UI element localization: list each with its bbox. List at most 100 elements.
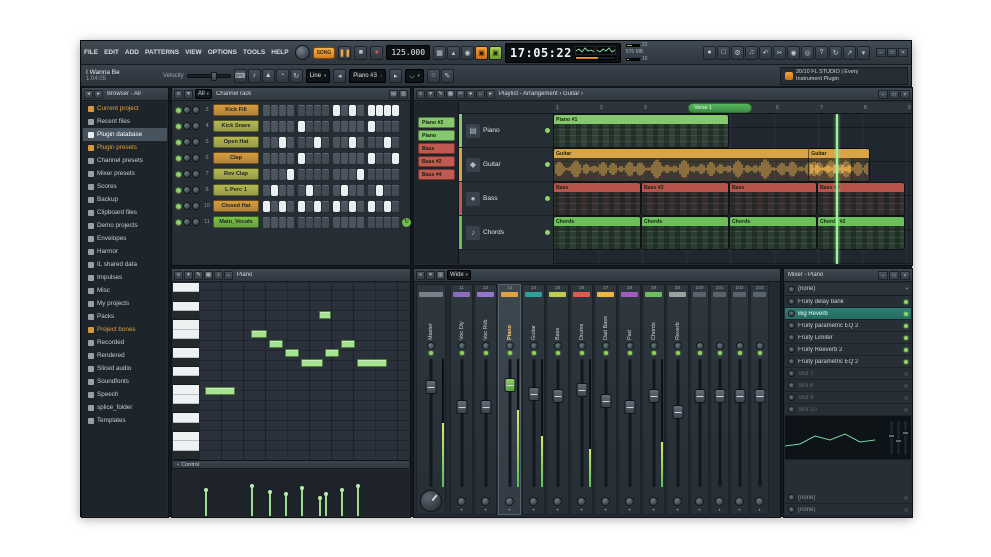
- slot-knob[interactable]: [788, 358, 795, 365]
- velocity-stem[interactable]: [204, 488, 208, 516]
- fx-send-knob[interactable]: [576, 497, 586, 506]
- detach-icon[interactable]: ↗: [843, 45, 856, 60]
- pr-pencil-icon[interactable]: ✎: [194, 270, 203, 280]
- step-cell[interactable]: [384, 168, 391, 180]
- step-cell[interactable]: [263, 152, 270, 164]
- eq-slider-1[interactable]: [888, 421, 895, 454]
- picker-clip[interactable]: Bass #2: [418, 156, 455, 167]
- velocity-stem[interactable]: [300, 486, 304, 516]
- slot-enable-led[interactable]: [904, 407, 908, 412]
- cut2-icon[interactable]: ✂: [456, 89, 465, 99]
- strip-fader[interactable]: [667, 356, 688, 490]
- pl-options-icon[interactable]: ▾: [426, 89, 435, 99]
- mixer-strip[interactable]: 15 Bass ▾: [546, 284, 569, 515]
- white-key[interactable]: [173, 413, 199, 423]
- step-cell[interactable]: [384, 104, 391, 116]
- mixer-strip[interactable]: 11 Voc Dly ▾: [450, 284, 473, 515]
- browser-item[interactable]: Templates: [83, 414, 167, 427]
- midi-icon[interactable]: ♫: [745, 45, 758, 60]
- master-dial[interactable]: [420, 490, 442, 512]
- pr-note-icon[interactable]: ♪: [214, 270, 223, 280]
- step-cell[interactable]: [376, 136, 383, 148]
- step-cell[interactable]: [384, 200, 391, 212]
- step-cell[interactable]: [368, 120, 375, 132]
- slot-knob[interactable]: [788, 394, 795, 401]
- strip-fader[interactable]: [751, 356, 768, 490]
- white-key[interactable]: [173, 441, 199, 451]
- step-cell[interactable]: [263, 120, 270, 132]
- browser-item[interactable]: Sliced audio: [83, 362, 167, 375]
- white-key[interactable]: [173, 301, 199, 311]
- strip-pan-knob[interactable]: [553, 342, 562, 350]
- fx-send-knob[interactable]: [648, 497, 658, 506]
- step-cell[interactable]: [287, 120, 294, 132]
- strip-mute-led[interactable]: [531, 351, 536, 355]
- step-cell[interactable]: [392, 136, 399, 148]
- step-cell[interactable]: [376, 184, 383, 196]
- strip-fader[interactable]: [523, 356, 544, 490]
- fx-slot[interactable]: Slot 9: [785, 392, 911, 404]
- track-mute-led[interactable]: [545, 230, 550, 235]
- step-cell[interactable]: [333, 216, 340, 228]
- step-cell[interactable]: [322, 136, 329, 148]
- channel-button[interactable]: Open Hat: [213, 136, 259, 148]
- velocity-stem[interactable]: [284, 492, 288, 516]
- channel-volume-knob[interactable]: [192, 186, 200, 194]
- step-cell[interactable]: [279, 120, 286, 132]
- playlist-ruler[interactable]: 123456789Verse 1: [554, 102, 911, 114]
- main-volume-knob[interactable]: [294, 45, 310, 60]
- note[interactable]: [301, 359, 323, 367]
- step-cell[interactable]: [279, 184, 286, 196]
- fx-output-select[interactable]: (none) ▾: [785, 283, 911, 296]
- fx-send-knob[interactable]: [480, 497, 490, 506]
- slot-enable-led[interactable]: [904, 299, 908, 304]
- browser-item[interactable]: Recent files: [83, 115, 167, 128]
- step-cell[interactable]: [322, 152, 329, 164]
- step-cell[interactable]: [287, 104, 294, 116]
- strip-pan-knob[interactable]: [577, 342, 586, 350]
- step-cell[interactable]: [376, 168, 383, 180]
- strip-pan-knob[interactable]: [505, 342, 514, 350]
- step-cell[interactable]: [271, 120, 278, 132]
- step-cell[interactable]: [271, 168, 278, 180]
- fader-handle[interactable]: [504, 377, 515, 392]
- channel-enable-led[interactable]: [176, 139, 181, 145]
- browser-item[interactable]: Envelopes: [83, 232, 167, 245]
- step-cell[interactable]: [306, 184, 313, 196]
- picker-clip[interactable]: Piano: [418, 130, 455, 141]
- playlist-clip[interactable]: Guitar: [554, 149, 852, 181]
- step-cell[interactable]: [314, 216, 321, 228]
- browser-item[interactable]: Recorded: [83, 336, 167, 349]
- slot-enable-led[interactable]: [904, 495, 908, 500]
- step-cell[interactable]: [368, 136, 375, 148]
- fader-handle[interactable]: [672, 405, 683, 420]
- pr-slide-icon[interactable]: ↔: [224, 270, 233, 280]
- channel-button[interactable]: L Perc 1: [213, 184, 259, 196]
- step-cell[interactable]: [349, 136, 356, 148]
- slot-knob[interactable]: [788, 298, 795, 305]
- step-cell[interactable]: [322, 104, 329, 116]
- slot-enable-led[interactable]: [904, 395, 908, 400]
- track-header[interactable]: ● Bass: [459, 182, 553, 216]
- step-cell[interactable]: [314, 152, 321, 164]
- strip-fader[interactable]: [417, 356, 445, 490]
- browser-item[interactable]: Plugin database: [83, 128, 167, 141]
- step-cell[interactable]: [376, 104, 383, 116]
- step-cell[interactable]: [287, 136, 294, 148]
- fx-send-slot[interactable]: (none): [785, 492, 911, 504]
- white-key[interactable]: [173, 348, 199, 358]
- channel-enable-led[interactable]: [176, 155, 181, 161]
- fx-send-knob[interactable]: [600, 497, 610, 506]
- channel-button[interactable]: Kick Snare: [213, 120, 259, 132]
- step-cell[interactable]: [287, 184, 294, 196]
- note[interactable]: [285, 349, 299, 357]
- channel-enable-led[interactable]: [176, 219, 181, 225]
- black-key[interactable]: [173, 310, 199, 321]
- white-key[interactable]: [173, 432, 199, 442]
- mixer-layout-select[interactable]: Wide ▾: [447, 270, 471, 280]
- browser-item[interactable]: Harmor: [83, 245, 167, 258]
- step-cell[interactable]: [333, 152, 340, 164]
- strip-fader[interactable]: [731, 356, 748, 490]
- fader-handle[interactable]: [714, 388, 725, 403]
- slot-knob[interactable]: [788, 310, 795, 317]
